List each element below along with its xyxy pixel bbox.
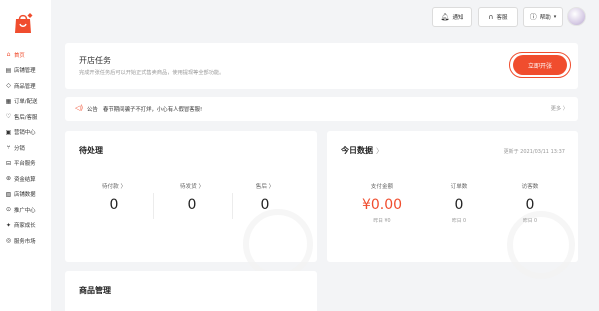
today-data-card: 今日数据〉 更新于 2021/03/11 13:37 支付金额 ¥0.00 昨日… bbox=[327, 131, 578, 279]
stat-aftersale[interactable]: 售后 〉 0 bbox=[238, 182, 292, 213]
sidebar-item[interactable]: ✦ 商家成长 bbox=[0, 218, 51, 234]
sidebar-item-label: 店铺管理 bbox=[14, 68, 36, 75]
stat-value: 0 bbox=[109, 197, 119, 213]
stat-orders[interactable]: 订单数 0 昨日 0 bbox=[432, 182, 486, 224]
shop-bag-logo[interactable] bbox=[13, 12, 33, 34]
sidebar-item-label: 商家成长 bbox=[14, 223, 36, 230]
growth-icon: ✦ bbox=[5, 221, 12, 229]
shop-task-card: 开店任务 完成开张任务后可以开始正式售卖商品，使用提现等全部功能。 立即开张 bbox=[65, 43, 578, 89]
goods-card: 商品管理 bbox=[65, 271, 317, 311]
notify-label: 通知 bbox=[452, 15, 464, 21]
service-market-icon: ◎ bbox=[5, 237, 12, 245]
store-icon: ▤ bbox=[5, 66, 12, 74]
sidebar-item[interactable]: ⌂ 首页 bbox=[0, 47, 51, 63]
sidebar-item[interactable]: ▣ 营销中心 bbox=[0, 125, 51, 141]
task-description: 完成开张任务后可以开始正式售卖商品，使用提现等全部功能。 bbox=[79, 70, 225, 76]
sidebar-item-label: 平台服务 bbox=[14, 161, 36, 168]
sidebar-item[interactable]: ▧ 店铺数据 bbox=[0, 187, 51, 203]
stat-yesterday: 昨日 0 bbox=[522, 219, 538, 224]
sidebar-item[interactable]: ⑂ 分销 bbox=[0, 140, 51, 156]
help-label: 帮助 bbox=[539, 15, 551, 21]
stat-label: 待付款 〉 bbox=[101, 184, 127, 190]
stat-label: 支付金额 bbox=[370, 184, 394, 190]
sidebar-item-label: 分销 bbox=[14, 145, 25, 152]
sidebar-item[interactable]: ⊙ 推广中心 bbox=[0, 202, 51, 218]
sidebar: ⌂ 首页 ▤ 店铺管理 ◇ 商品管理 ▦ 订单/配送 ♡ 售后/客服 ▣ 营销中心 ⑂ 分销 ⊟ 平台服务 ⊛ 资… bbox=[0, 0, 51, 311]
product-icon: ◇ bbox=[6, 82, 11, 90]
top-bar: 🔔︎ 通知 ∩ 客服 ⓘ 帮助 ▾ bbox=[51, 0, 599, 35]
stat-payment[interactable]: 支付金额 ¥0.00 昨日 ¥0 bbox=[354, 182, 410, 224]
sidebar-nav: ⌂ 首页 ▤ 店铺管理 ◇ 商品管理 ▦ 订单/配送 ♡ 售后/客服 ▣ 营销中心 ⑂ 分销 ⊟ 平台服务 ⊛ 资… bbox=[0, 47, 51, 249]
sidebar-item[interactable]: ◎ 服务市场 bbox=[0, 233, 51, 249]
stat-unshipped[interactable]: 待发货 〉 0 bbox=[165, 182, 219, 213]
notice-label: 公告 bbox=[87, 107, 98, 113]
chevron-right-icon: 〉 bbox=[376, 147, 383, 155]
finance-icon: ⊛ bbox=[5, 175, 12, 183]
stat-visitors[interactable]: 访客数 0 昨日 0 bbox=[503, 182, 557, 224]
task-title: 开店任务 bbox=[79, 56, 111, 65]
data-icon: ▧ bbox=[5, 190, 12, 198]
sidebar-item-label: 推广中心 bbox=[14, 207, 36, 214]
stat-unpaid[interactable]: 待付款 〉 0 bbox=[87, 182, 141, 213]
stat-label: 售后 〉 bbox=[255, 184, 275, 190]
divider bbox=[232, 193, 233, 219]
notice-bar: ◁) 公告 春节期间骗子不打烊，小心有人假冒客服! 更多 〉 bbox=[65, 97, 578, 121]
stat-value: 0 bbox=[260, 197, 270, 213]
promotion-icon: ⊙ bbox=[5, 206, 12, 214]
decorative-circle bbox=[243, 209, 313, 279]
divider bbox=[153, 193, 154, 219]
order-icon: ▦ bbox=[5, 97, 12, 105]
service-button[interactable]: ∩ 客服 bbox=[478, 7, 518, 27]
sidebar-item-label: 营销中心 bbox=[14, 130, 36, 137]
stat-yesterday: 昨日 0 bbox=[451, 219, 467, 224]
avatar[interactable] bbox=[567, 7, 586, 26]
notice-text[interactable]: 春节期间骗子不打烊，小心有人假冒客服! bbox=[103, 105, 202, 113]
sidebar-item[interactable]: ▤ 店铺管理 bbox=[0, 63, 51, 79]
sidebar-item-label: 商品管理 bbox=[14, 83, 36, 90]
sidebar-item-label: 资金结算 bbox=[14, 176, 36, 183]
sidebar-item-label: 售后/客服 bbox=[14, 114, 38, 121]
sidebar-item[interactable]: ♡ 售后/客服 bbox=[0, 109, 51, 125]
sidebar-item-label: 订单/配送 bbox=[14, 99, 38, 106]
today-title[interactable]: 今日数据〉 bbox=[341, 145, 383, 156]
aftersale-icon: ♡ bbox=[5, 113, 12, 121]
help-button[interactable]: ⓘ 帮助 ▾ bbox=[523, 7, 563, 27]
stat-value: 0 bbox=[454, 197, 464, 213]
notice-more-link[interactable]: 更多 〉 bbox=[551, 105, 568, 112]
home-icon: ⌂ bbox=[6, 51, 11, 59]
goods-title: 商品管理 bbox=[79, 286, 111, 295]
question-icon: ⓘ bbox=[529, 13, 537, 21]
headset-icon: ∩ bbox=[488, 13, 494, 21]
service-label: 客服 bbox=[496, 15, 508, 21]
bell-icon: 🔔︎ bbox=[440, 13, 450, 21]
sidebar-item-label: 服务市场 bbox=[14, 238, 36, 245]
notify-button[interactable]: 🔔︎ 通知 bbox=[432, 7, 472, 27]
stat-yesterday: 昨日 ¥0 bbox=[373, 219, 391, 224]
pending-title: 待处理 bbox=[79, 146, 103, 155]
chevron-down-icon: ▾ bbox=[553, 14, 557, 20]
stat-label: 订单数 bbox=[450, 184, 468, 190]
open-shop-button[interactable]: 立即开张 bbox=[513, 55, 567, 75]
sidebar-item[interactable]: ◇ 商品管理 bbox=[0, 78, 51, 94]
marketing-icon: ▣ bbox=[5, 128, 12, 136]
stat-label: 待发货 〉 bbox=[179, 184, 205, 190]
stat-value: ¥0.00 bbox=[361, 197, 403, 213]
platform-icon: ⊟ bbox=[5, 159, 12, 167]
sidebar-item[interactable]: ⊛ 资金结算 bbox=[0, 171, 51, 187]
sidebar-item-label: 店铺数据 bbox=[14, 192, 36, 199]
stat-value: 0 bbox=[525, 197, 535, 213]
stat-label: 访客数 bbox=[521, 184, 539, 190]
today-title-text: 今日数据 bbox=[341, 146, 373, 155]
share-icon: ⑂ bbox=[6, 144, 11, 152]
update-time: 更新于 2021/03/11 13:37 bbox=[503, 149, 565, 155]
stat-value: 0 bbox=[187, 197, 197, 213]
sidebar-item-label: 首页 bbox=[14, 52, 25, 59]
sidebar-item[interactable]: ▦ 订单/配送 bbox=[0, 94, 51, 110]
pending-card: 待处理 待付款 〉 0 待发货 〉 0 售后 〉 0 bbox=[65, 131, 317, 279]
megaphone-icon: ◁) bbox=[75, 104, 84, 112]
sidebar-item[interactable]: ⊟ 平台服务 bbox=[0, 156, 51, 172]
